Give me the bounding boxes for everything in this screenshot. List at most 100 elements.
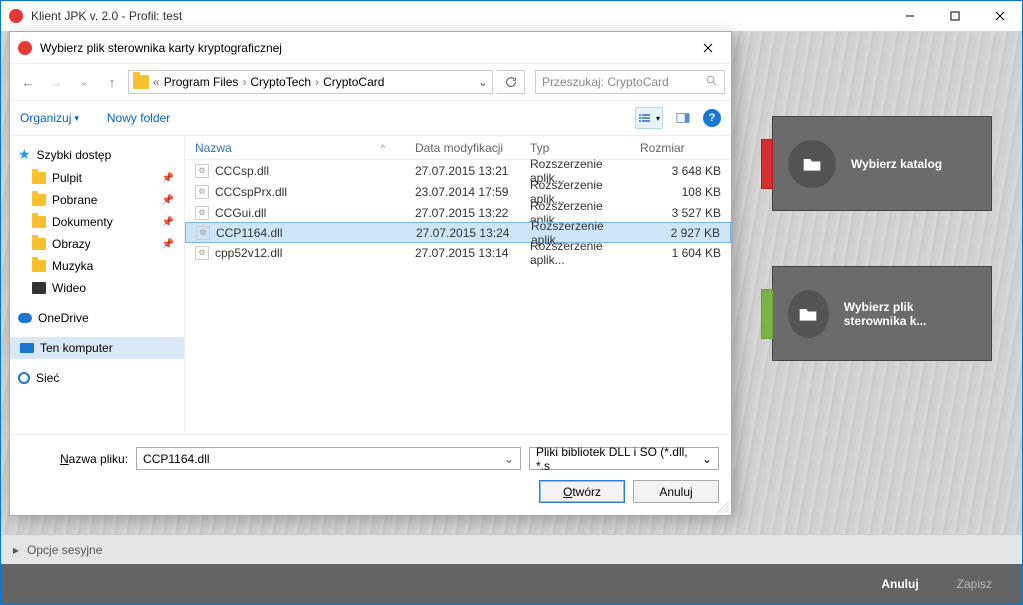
open-button[interactable]: Otwórz (539, 480, 625, 503)
breadcrumb-seg[interactable]: CryptoTech (250, 75, 311, 89)
app-cancel-button[interactable]: Anuluj (866, 570, 933, 598)
search-box[interactable] (535, 70, 725, 94)
dialog-title: Wybierz plik sterownika karty kryptograf… (40, 41, 693, 55)
maximize-button[interactable] (932, 1, 977, 31)
chevron-down-icon: ▾ (74, 113, 79, 124)
file-row[interactable]: ⚙CCGui.dll 27.07.2015 13:22 Rozszerzenie… (185, 202, 731, 223)
col-date-header[interactable]: Data modyfikacji (415, 141, 530, 155)
close-button[interactable] (977, 1, 1022, 31)
dll-icon: ⚙ (195, 164, 209, 178)
network-icon (18, 372, 30, 384)
col-type-header[interactable]: Typ (530, 141, 640, 155)
dialog-buttons: Otwórz Anuluj (60, 480, 719, 503)
sidebar-item-onedrive[interactable]: OneDrive (10, 307, 184, 329)
select-driver-label: Wybierz plik sterownika k... (844, 300, 976, 328)
video-icon (32, 282, 46, 294)
file-rows: ⚙CCCsp.dll 27.07.2015 13:21 Rozszerzenie… (185, 160, 731, 263)
breadcrumb-dropdown[interactable]: ⌄ (478, 75, 488, 89)
footer: Anuluj Zapisz (1, 564, 1022, 604)
chevron-right-icon: › (242, 75, 246, 89)
file-listing: Nazwa^ Data modyfikacji Typ Rozmiar ⚙CCC… (185, 136, 731, 434)
sidebar-item-thispc[interactable]: Ten komputer (10, 337, 184, 359)
app-titlebar: Klient JPK v. 2.0 - Profil: test (1, 1, 1022, 31)
organize-button[interactable]: Organizuj▾ (20, 111, 79, 125)
chevron-down-icon[interactable]: ⌄ (504, 452, 514, 466)
dialog-nav: ← → ⌄ ↑ « Program Files › CryptoTech › C… (10, 64, 731, 100)
pin-icon: 📌 (162, 195, 174, 206)
filename-row: Nazwa pliku: CCP1164.dll ⌄ Pliki bibliot… (60, 447, 719, 470)
folder-icon (32, 216, 46, 228)
minimize-button[interactable] (887, 1, 932, 31)
sort-asc-icon: ^ (381, 143, 385, 153)
dll-icon: ⚙ (195, 246, 209, 260)
sidebar-item-music[interactable]: Muzyka (10, 255, 184, 277)
dll-icon: ⚙ (195, 206, 209, 220)
file-row[interactable]: ⚙CCP1164.dll 27.07.2015 13:24 Rozszerzen… (185, 222, 731, 243)
app-save-button[interactable]: Zapisz (942, 570, 1007, 598)
dialog-bottom: Nazwa pliku: CCP1164.dll ⌄ Pliki bibliot… (10, 434, 731, 515)
chevron-right-icon: › (315, 75, 319, 89)
col-name-header[interactable]: Nazwa^ (185, 141, 415, 155)
app-window: Klient JPK v. 2.0 - Profil: test Wybierz… (0, 0, 1023, 605)
file-dialog: Wybierz plik sterownika karty kryptograf… (9, 31, 732, 516)
recent-dropdown[interactable]: ⌄ (72, 70, 96, 94)
select-driver-panel[interactable]: Wybierz plik sterownika k... (772, 266, 992, 361)
preview-pane-button[interactable] (669, 107, 697, 129)
sidebar-item-desktop[interactable]: Pulpit📌 (10, 167, 184, 189)
session-options[interactable]: ▸ Opcje sesyjne (1, 534, 1022, 564)
dialog-toolbar: Organizuj▾ Nowy folder ▾ ? (10, 100, 731, 136)
breadcrumb-seg[interactable]: CryptoCard (323, 75, 384, 89)
chevron-down-icon: ⌄ (702, 452, 712, 466)
pin-icon: 📌 (162, 239, 174, 250)
search-input[interactable] (542, 75, 702, 89)
chevron-down-icon: ▾ (656, 114, 660, 123)
quick-access-header[interactable]: ★ Szybki dostęp (10, 142, 184, 167)
breadcrumb-seg[interactable]: Program Files (164, 75, 239, 89)
new-folder-button[interactable]: Nowy folder (107, 111, 170, 125)
file-row[interactable]: ⚙cpp52v12.dll 27.07.2015 13:14 Rozszerze… (185, 242, 731, 263)
select-folder-panel[interactable]: Wybierz katalog (772, 116, 992, 211)
resize-handle[interactable] (717, 501, 729, 513)
cloud-icon (18, 313, 32, 323)
dialog-icon (18, 41, 32, 55)
file-row[interactable]: ⚙CCCsp.dll 27.07.2015 13:21 Rozszerzenie… (185, 160, 731, 181)
back-button[interactable]: ← (16, 70, 40, 94)
folder-icon (32, 260, 46, 272)
sidebar-item-network[interactable]: Sieć (10, 367, 184, 389)
right-panels: Wybierz katalog Wybierz plik sterownika … (772, 116, 992, 361)
refresh-button[interactable] (497, 70, 525, 94)
app-icon (9, 9, 23, 23)
up-button[interactable]: ↑ (100, 70, 124, 94)
folder-icon (32, 172, 46, 184)
session-options-label: Opcje sesyjne (27, 543, 102, 557)
folder-icon (788, 140, 836, 188)
breadcrumb[interactable]: « Program Files › CryptoTech › CryptoCar… (128, 70, 493, 94)
chevron-right-icon: « (153, 75, 160, 89)
file-row[interactable]: ⚙CCCspPrx.dll 23.07.2014 17:59 Rozszerze… (185, 181, 731, 202)
dialog-cancel-button[interactable]: Anuluj (633, 480, 719, 503)
folder-icon (32, 194, 46, 206)
search-icon (706, 75, 718, 90)
pin-icon: 📌 (162, 217, 174, 228)
col-size-header[interactable]: Rozmiar (640, 141, 731, 155)
view-options-button[interactable]: ▾ (635, 107, 663, 129)
folder-icon (788, 290, 829, 338)
sidebar-item-downloads[interactable]: Pobrane📌 (10, 189, 184, 211)
help-button[interactable]: ? (703, 109, 721, 127)
dll-icon: ⚙ (195, 185, 209, 199)
filename-input[interactable]: CCP1164.dll ⌄ (136, 447, 521, 470)
dialog-main: ★ Szybki dostęp Pulpit📌 Pobrane📌 Dokumen… (10, 136, 731, 434)
forward-button[interactable]: → (44, 70, 68, 94)
star-icon: ★ (18, 146, 31, 163)
folder-icon (133, 75, 149, 89)
chevron-right-icon: ▸ (13, 543, 19, 557)
dialog-titlebar: Wybierz plik sterownika karty kryptograf… (10, 32, 731, 64)
dll-icon: ⚙ (196, 226, 210, 240)
app-title: Klient JPK v. 2.0 - Profil: test (31, 9, 887, 23)
sidebar-item-video[interactable]: Wideo (10, 277, 184, 299)
file-type-filter[interactable]: Pliki bibliotek DLL i SO (*.dll, *.s ⌄ (529, 447, 719, 470)
sidebar-item-pictures[interactable]: Obrazy📌 (10, 233, 184, 255)
dialog-close-button[interactable] (693, 35, 723, 61)
sidebar-item-documents[interactable]: Dokumenty📌 (10, 211, 184, 233)
status-tab-green (761, 289, 773, 339)
